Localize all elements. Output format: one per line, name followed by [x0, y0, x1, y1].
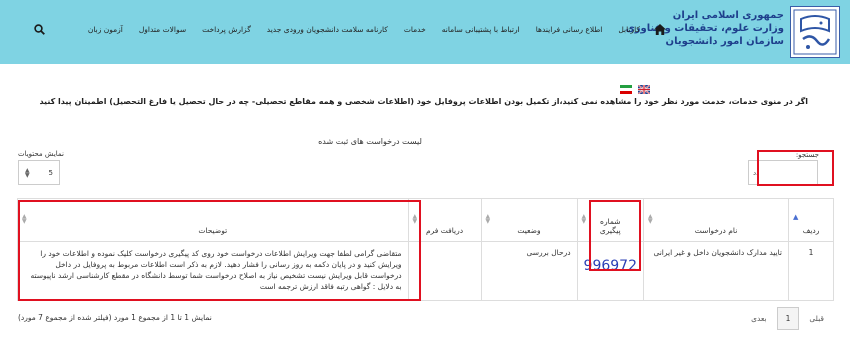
logo[interactable]	[790, 6, 840, 58]
language-switcher	[620, 85, 650, 94]
page-length-value: 5	[48, 168, 53, 177]
highlight-tracking	[589, 200, 641, 271]
header-label: ردیف	[802, 226, 820, 235]
highlight-description	[18, 200, 421, 301]
org-line: جمهوری اسلامی ایران	[672, 10, 784, 21]
logo-emblem-icon	[793, 9, 837, 55]
nav-item-cartable[interactable]: کارتابل	[610, 25, 648, 34]
pagination-next[interactable]: بعدی	[741, 310, 777, 327]
column-header-name[interactable]: ▲ ▼ نام درخواست	[643, 198, 789, 242]
org-line: سازمان امور دانشجویان	[665, 36, 784, 47]
page-length-select[interactable]: 5 ▲ ▼	[18, 160, 60, 185]
cell-status: درحال بررسی	[480, 241, 578, 301]
stepper-icon: ▲ ▼	[25, 166, 30, 179]
header-bar: جمهوری اسلامی ایران وزارت علوم، تحقیقات …	[0, 0, 850, 64]
header-label: دریافت فرم	[426, 226, 464, 235]
nav-item-support[interactable]: ارتباط با پشتیبانی سامانه	[434, 25, 528, 34]
header-label: وضعیت	[517, 226, 541, 235]
nav-item-process-info[interactable]: اطلاع رسانی فرایندها	[528, 25, 611, 34]
sort-asc-icon: ▲	[793, 213, 799, 221]
nav-item-health-report[interactable]: کارنامه سلامت دانشجویان ورودی جدید	[259, 25, 396, 34]
pagination-previous[interactable]: قبلی	[799, 310, 834, 327]
header-label: نام درخواست	[694, 226, 738, 235]
highlight-search-box	[757, 150, 834, 186]
main-nav: کارتابل اطلاع رسانی فرایندها ارتباط با پ…	[80, 24, 672, 35]
sort-icon: ▲ ▼	[648, 213, 653, 225]
column-header-status[interactable]: ▲ ▼ وضعیت	[480, 198, 578, 242]
pagination-page-1[interactable]: 1	[776, 307, 800, 330]
column-header-row[interactable]: ▲ ردیف	[788, 198, 834, 242]
uk-flag-icon[interactable]	[638, 85, 650, 94]
pagination: قبلی 1 بعدی	[741, 307, 834, 330]
cell-row-number: 1	[788, 241, 834, 301]
search-icon[interactable]	[34, 24, 45, 37]
sort-icon: ▲ ▼	[581, 213, 587, 225]
list-title: لیست درخواست های ثبت شده	[318, 137, 422, 146]
home-icon[interactable]	[648, 24, 672, 35]
iran-flag-icon[interactable]	[620, 85, 632, 94]
table-info: نمایش 1 تا 1 از مجموع 1 مورد (فیلتر شده …	[18, 313, 212, 322]
page-length-label: نمایش محتویات	[18, 150, 64, 158]
profile-notice: اگر در منوی خدمات، خدمت مورد نظر خود را …	[39, 97, 808, 106]
nav-item-faq[interactable]: سوالات متداول	[131, 25, 194, 34]
sort-icon: ▲ ▼	[485, 213, 491, 225]
nav-item-services[interactable]: خدمات	[396, 25, 434, 34]
nav-item-payment-report[interactable]: گزارش پرداخت	[194, 25, 259, 34]
cell-request-name: تایید مدارک دانشجویان داخل و غیر ایرانی	[643, 241, 789, 301]
nav-item-language-exam[interactable]: آزمون زبان	[80, 25, 131, 34]
